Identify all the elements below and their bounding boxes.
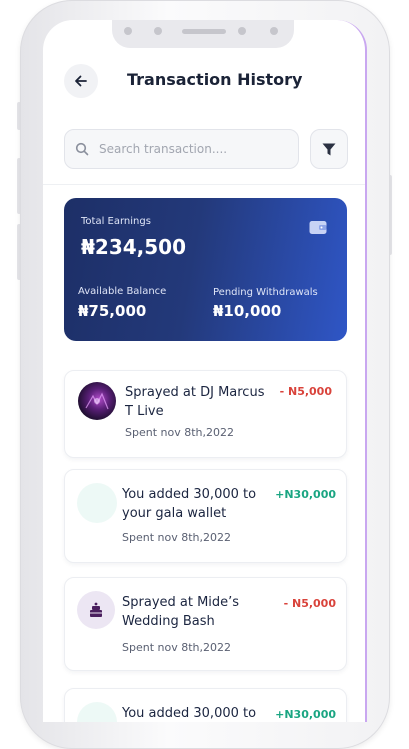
- app-screen: Transaction History Total Earnings ₦234,…: [43, 20, 367, 722]
- notch-sensor: [238, 27, 246, 35]
- transaction-item[interactable]: Sprayed at DJ Marcus T Live - N5,000 Spe…: [64, 370, 347, 458]
- total-earnings-label: Total Earnings: [81, 216, 151, 227]
- filter-button[interactable]: [310, 129, 348, 169]
- pending-withdrawals-value: ₦10,000: [213, 302, 282, 320]
- available-balance-value: ₦75,000: [78, 302, 147, 320]
- transaction-amount: +N30,000: [275, 488, 336, 501]
- page-title: Transaction History: [127, 70, 303, 89]
- earnings-card: Total Earnings ₦234,500 Available Balanc…: [64, 198, 347, 341]
- search-icon: [75, 142, 89, 156]
- search-input[interactable]: [97, 141, 291, 157]
- pending-withdrawals-label: Pending Withdrawals: [213, 287, 318, 298]
- transaction-title: Sprayed at Mide’s Wedding Bash: [122, 595, 240, 629]
- search-bar: [64, 129, 299, 169]
- phone-notch: [112, 20, 294, 48]
- total-earnings-value: ₦234,500: [81, 235, 187, 259]
- transaction-item[interactable]: You added 30,000 to your gala wallet +N3…: [64, 469, 347, 563]
- arrow-left-icon: [74, 74, 88, 88]
- transaction-amount: - N5,000: [279, 385, 332, 398]
- header-divider: [43, 184, 365, 185]
- transaction-item[interactable]: Sprayed at Mide’s Wedding Bash - N5,000 …: [64, 577, 347, 671]
- wallet-topup-avatar: [77, 483, 117, 523]
- wedding-cake-icon: [77, 591, 115, 629]
- transaction-title: You added 30,000 to: [122, 706, 257, 721]
- transaction-amount: - N5,000: [283, 597, 336, 610]
- filter-icon: [322, 143, 336, 156]
- transaction-date: Spent nov 8th,2022: [122, 641, 231, 654]
- transaction-item[interactable]: You added 30,000 to +N30,000: [64, 688, 347, 722]
- transaction-title: You added 30,000 to your gala wallet: [122, 487, 257, 521]
- dj-event-avatar: [78, 382, 116, 420]
- transaction-title: Sprayed at DJ Marcus T Live: [125, 385, 265, 419]
- wallet-icon: [309, 220, 327, 239]
- notch-sensor: [154, 27, 162, 35]
- back-button[interactable]: [64, 64, 98, 98]
- transaction-amount: +N30,000: [275, 708, 336, 721]
- transaction-date: Spent nov 8th,2022: [125, 426, 234, 439]
- notch-sensor: [124, 27, 132, 35]
- notch-speaker: [182, 29, 226, 34]
- available-balance-label: Available Balance: [78, 286, 167, 297]
- transaction-date: Spent nov 8th,2022: [122, 531, 231, 544]
- wallet-topup-avatar: [77, 702, 117, 722]
- notch-sensor: [270, 27, 278, 35]
